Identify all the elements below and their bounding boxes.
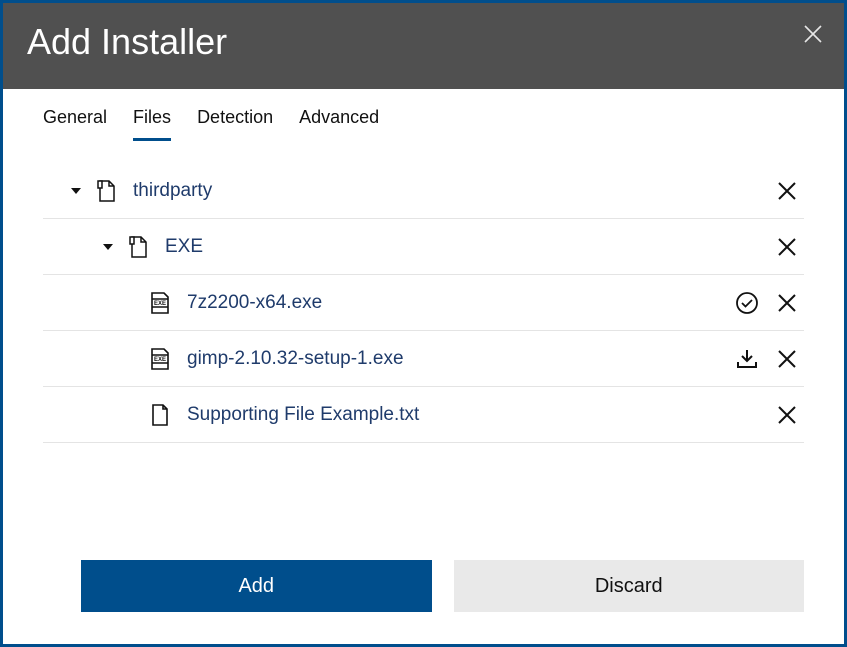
remove-icon[interactable] — [774, 349, 800, 369]
tree-row-label: EXE — [165, 236, 774, 258]
dialog-header: Add Installer — [3, 3, 844, 89]
chevron-down-icon[interactable] — [65, 183, 87, 199]
folder-icon — [125, 236, 151, 258]
tab-detection[interactable]: Detection — [197, 107, 273, 141]
file-icon — [147, 404, 173, 426]
remove-icon[interactable] — [774, 237, 800, 257]
tree-row-folder[interactable]: thirdparty — [43, 163, 804, 219]
tab-files[interactable]: Files — [133, 107, 171, 141]
svg-text:EXE: EXE — [154, 301, 166, 307]
close-icon[interactable] — [804, 25, 822, 48]
tab-general[interactable]: General — [43, 107, 107, 141]
tree-row-label: thirdparty — [133, 180, 774, 202]
add-button[interactable]: Add — [81, 560, 432, 612]
tree-row-label: 7z2200-x64.exe — [187, 292, 734, 314]
add-installer-dialog: Add Installer General Files Detection Ad… — [0, 0, 847, 647]
file-tree: thirdparty EXE EXE — [3, 141, 844, 443]
download-icon[interactable] — [734, 347, 760, 371]
tab-bar: General Files Detection Advanced — [3, 89, 844, 141]
tree-row-file[interactable]: Supporting File Example.txt — [43, 387, 804, 443]
tree-row-folder[interactable]: EXE — [43, 219, 804, 275]
tree-row-label: gimp-2.10.32-setup-1.exe — [187, 348, 734, 370]
folder-icon — [93, 180, 119, 202]
exe-file-icon: EXE — [147, 348, 173, 370]
discard-button[interactable]: Discard — [454, 560, 805, 612]
selected-check-icon[interactable] — [734, 291, 760, 315]
remove-icon[interactable] — [774, 293, 800, 313]
tree-row-file[interactable]: EXE 7z2200-x64.exe — [43, 275, 804, 331]
tree-row-label: Supporting File Example.txt — [187, 404, 774, 426]
remove-icon[interactable] — [774, 405, 800, 425]
svg-text:EXE: EXE — [154, 357, 166, 363]
tab-advanced[interactable]: Advanced — [299, 107, 379, 141]
remove-icon[interactable] — [774, 181, 800, 201]
chevron-down-icon[interactable] — [97, 239, 119, 255]
dialog-title: Add Installer — [27, 21, 227, 63]
exe-file-icon: EXE — [147, 292, 173, 314]
dialog-footer: Add Discard — [3, 560, 844, 644]
tree-row-file[interactable]: EXE gimp-2.10.32-setup-1.exe — [43, 331, 804, 387]
